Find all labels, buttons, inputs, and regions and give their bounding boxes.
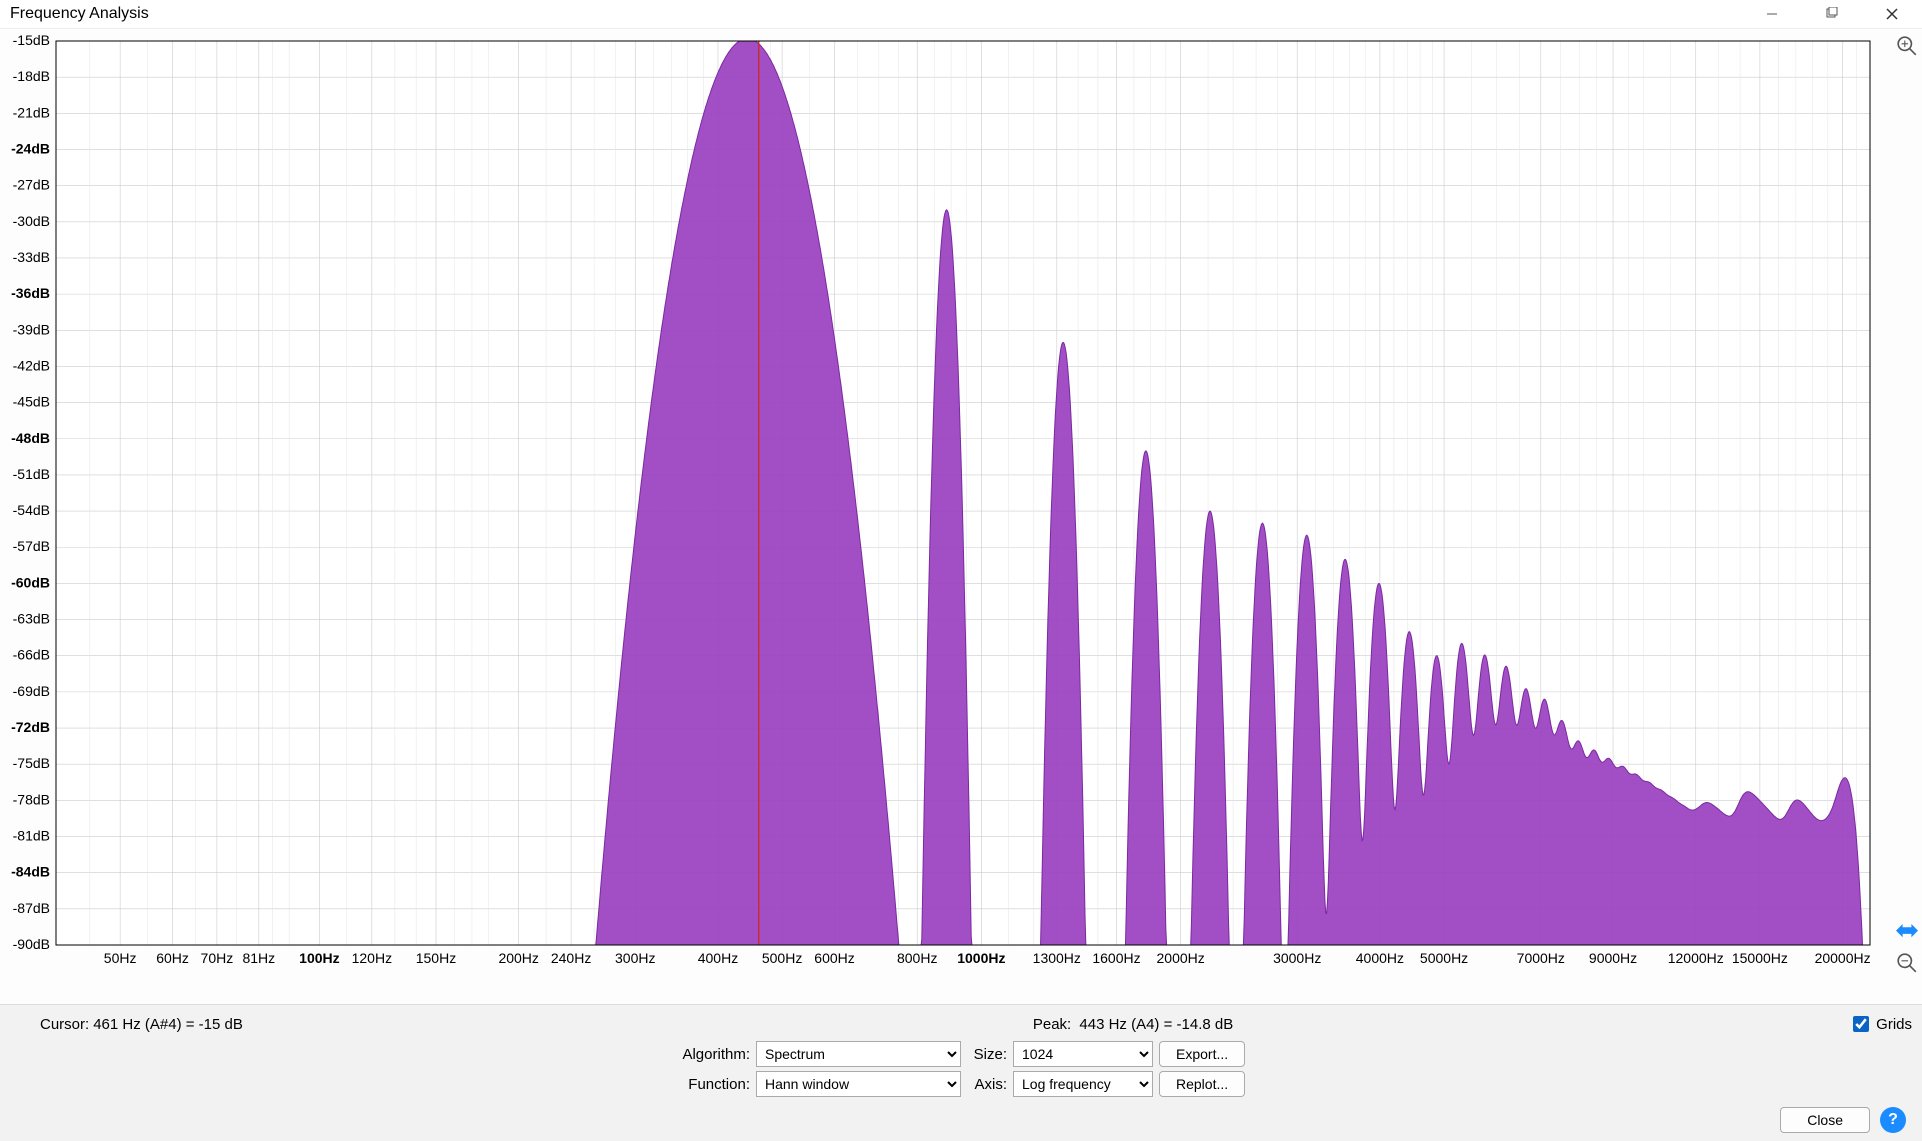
svg-text:-45dB: -45dB (13, 394, 50, 410)
svg-text:-33dB: -33dB (13, 249, 50, 265)
svg-text:-60dB: -60dB (11, 574, 50, 590)
maximize-button[interactable] (1802, 0, 1862, 28)
zoom-in-icon[interactable] (1896, 35, 1918, 57)
svg-text:600Hz: 600Hz (814, 950, 854, 966)
svg-text:-72dB: -72dB (11, 719, 50, 735)
fit-width-icon[interactable] (1896, 920, 1918, 942)
svg-text:-63dB: -63dB (13, 611, 50, 627)
svg-text:300Hz: 300Hz (615, 950, 655, 966)
export-button[interactable]: Export... (1159, 1041, 1245, 1067)
svg-text:120Hz: 120Hz (352, 950, 392, 966)
cursor-label: Cursor: (40, 1016, 89, 1033)
svg-text:-21dB: -21dB (13, 104, 50, 120)
svg-text:-69dB: -69dB (13, 683, 50, 699)
svg-text:-54dB: -54dB (13, 502, 50, 518)
grids-checkbox[interactable] (1853, 1016, 1869, 1032)
close-button[interactable]: Close (1780, 1107, 1870, 1133)
svg-text:-27dB: -27dB (13, 177, 50, 193)
svg-text:50Hz: 50Hz (104, 950, 137, 966)
svg-text:5000Hz: 5000Hz (1420, 950, 1468, 966)
svg-text:-15dB: -15dB (13, 35, 50, 48)
window-title: Frequency Analysis (0, 5, 149, 23)
svg-text:240Hz: 240Hz (551, 950, 591, 966)
replot-button[interactable]: Replot... (1159, 1071, 1245, 1097)
svg-text:2000Hz: 2000Hz (1157, 950, 1205, 966)
svg-text:1600Hz: 1600Hz (1092, 950, 1140, 966)
svg-text:60Hz: 60Hz (156, 950, 189, 966)
svg-text:20000Hz: 20000Hz (1815, 950, 1871, 966)
algorithm-select[interactable]: Spectrum (756, 1041, 961, 1067)
svg-text:81Hz: 81Hz (242, 950, 275, 966)
axis-select[interactable]: Log frequency (1013, 1071, 1153, 1097)
svg-text:12000Hz: 12000Hz (1668, 950, 1724, 966)
minimize-button[interactable] (1742, 0, 1802, 28)
svg-text:-81dB: -81dB (13, 828, 50, 844)
svg-text:-36dB: -36dB (11, 285, 50, 301)
svg-text:-24dB: -24dB (11, 140, 50, 156)
svg-text:15000Hz: 15000Hz (1732, 950, 1788, 966)
svg-text:-48dB: -48dB (11, 430, 50, 446)
algorithm-label: Algorithm: (660, 1046, 750, 1063)
close-window-button[interactable] (1862, 0, 1922, 28)
svg-text:-39dB: -39dB (13, 321, 50, 337)
svg-text:70Hz: 70Hz (201, 950, 234, 966)
svg-text:-87dB: -87dB (13, 900, 50, 916)
svg-text:-57dB: -57dB (13, 538, 50, 554)
svg-text:-18dB: -18dB (13, 68, 50, 84)
svg-text:-51dB: -51dB (13, 466, 50, 482)
svg-text:-66dB: -66dB (13, 647, 50, 663)
svg-text:-90dB: -90dB (13, 936, 50, 952)
footer-panel: Cursor: 461 Hz (A#4) = -15 dB Peak: 443 … (0, 1004, 1922, 1141)
svg-text:800Hz: 800Hz (897, 950, 937, 966)
spectrum-plot[interactable]: -15dB -18dB -21dB -24dB -27dB -30dB -33dB -36dB… (6, 35, 1876, 975)
help-icon[interactable]: ? (1880, 1107, 1906, 1133)
svg-text:100Hz: 100Hz (299, 950, 339, 966)
svg-text:-78dB: -78dB (13, 791, 50, 807)
grids-label: Grids (1876, 1016, 1912, 1033)
axis-label: Axis: (967, 1076, 1007, 1093)
window-titlebar: Frequency Analysis (0, 0, 1922, 29)
zoom-out-icon[interactable] (1896, 952, 1918, 974)
svg-text:-84dB: -84dB (11, 864, 50, 880)
svg-text:1000Hz: 1000Hz (957, 950, 1005, 966)
svg-text:-30dB: -30dB (13, 213, 50, 229)
svg-text:400Hz: 400Hz (698, 950, 738, 966)
svg-text:1300Hz: 1300Hz (1033, 950, 1081, 966)
svg-text:9000Hz: 9000Hz (1589, 950, 1637, 966)
peak-label: Peak: (1033, 1016, 1071, 1033)
svg-text:500Hz: 500Hz (762, 950, 802, 966)
function-label: Function: (660, 1076, 750, 1093)
svg-text:3000Hz: 3000Hz (1273, 950, 1321, 966)
svg-text:200Hz: 200Hz (498, 950, 538, 966)
svg-text:-75dB: -75dB (13, 755, 50, 771)
size-select[interactable]: 1024 (1013, 1041, 1153, 1067)
size-label: Size: (967, 1046, 1007, 1063)
peak-value: 443 Hz (A4) = -14.8 dB (1079, 1016, 1233, 1033)
svg-text:7000Hz: 7000Hz (1517, 950, 1565, 966)
svg-text:-42dB: -42dB (13, 357, 50, 373)
cursor-value: 461 Hz (A#4) = -15 dB (93, 1016, 243, 1033)
svg-text:150Hz: 150Hz (416, 950, 456, 966)
function-select[interactable]: Hann window (756, 1071, 961, 1097)
svg-text:4000Hz: 4000Hz (1356, 950, 1404, 966)
